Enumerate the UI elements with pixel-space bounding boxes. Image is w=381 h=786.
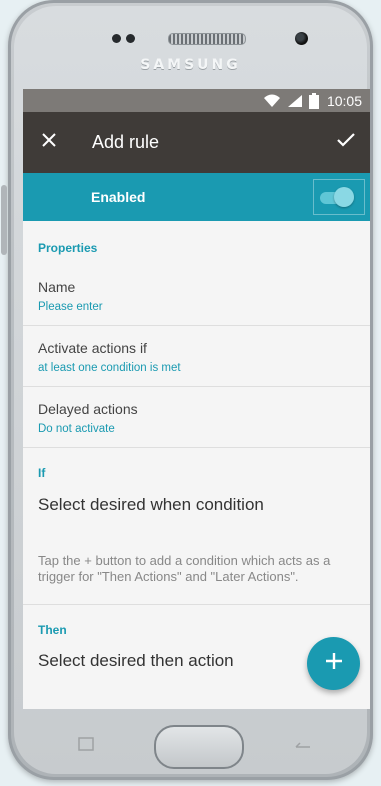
property-name[interactable]: Name Please enter bbox=[23, 255, 370, 326]
device-brand: SAMSUNG bbox=[140, 57, 241, 73]
property-activate-label: Activate actions if bbox=[38, 340, 147, 356]
recent-apps-key bbox=[75, 735, 99, 753]
close-button[interactable] bbox=[23, 112, 75, 173]
enabled-label: Enabled bbox=[91, 189, 146, 205]
app-bar: Add rule bbox=[23, 112, 370, 173]
close-icon bbox=[42, 133, 56, 152]
plus-icon bbox=[325, 652, 343, 675]
device-screen: 10:05 Add rule Enabled Properties Name P… bbox=[23, 89, 370, 709]
confirm-button[interactable] bbox=[322, 112, 370, 173]
property-activate-value: at least one condition is met bbox=[38, 362, 181, 374]
if-condition-title[interactable]: Select desired when condition bbox=[23, 495, 370, 515]
volume-key bbox=[1, 185, 7, 255]
status-time: 10:05 bbox=[326, 92, 362, 109]
property-delayed-value: Do not activate bbox=[38, 423, 115, 435]
if-hint-text: Tap the + button to add a condition whic… bbox=[38, 553, 331, 584]
add-condition-button[interactable] bbox=[307, 637, 360, 690]
page-title: Add rule bbox=[92, 132, 160, 152]
earpiece-speaker bbox=[168, 33, 246, 45]
enabled-row[interactable]: Enabled bbox=[23, 173, 370, 221]
property-name-label: Name bbox=[38, 279, 76, 295]
property-delayed-label: Delayed actions bbox=[38, 401, 138, 417]
front-camera bbox=[295, 32, 308, 45]
properties-header: Properties bbox=[38, 241, 98, 255]
property-name-value: Please enter bbox=[38, 301, 103, 313]
property-delayed-actions[interactable]: Delayed actions Do not activate bbox=[23, 387, 370, 448]
toggle-thumb bbox=[334, 187, 354, 207]
back-key bbox=[290, 735, 316, 753]
then-header: Then bbox=[38, 623, 67, 637]
enabled-toggle[interactable] bbox=[313, 179, 365, 215]
signal-icon bbox=[287, 94, 303, 108]
sensor-dots bbox=[112, 34, 135, 43]
property-activate-actions[interactable]: Activate actions if at least one conditi… bbox=[23, 326, 370, 387]
wifi-icon bbox=[263, 94, 281, 108]
if-header: If bbox=[38, 466, 46, 480]
battery-icon bbox=[308, 92, 319, 109]
check-icon bbox=[337, 133, 355, 152]
home-button[interactable] bbox=[154, 725, 244, 769]
status-bar: 10:05 bbox=[23, 89, 370, 112]
